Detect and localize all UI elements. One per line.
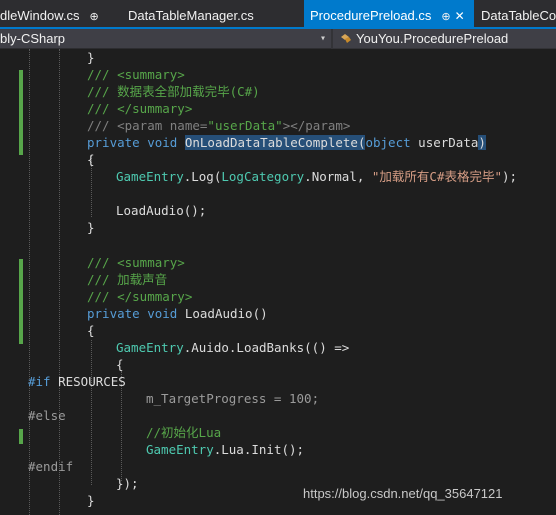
preprocessor-line: #endif: [28, 459, 74, 474]
indent-guide: [29, 49, 30, 515]
code-line: GameEntry.Log(LogCategory.Normal, "加载所有C…: [116, 169, 518, 184]
code-line: GameEntry.Auido.LoadBanks(() =>: [116, 340, 350, 355]
tab-procedure-preload[interactable]: ProcedurePreload.cs ⊕ ✕: [304, 0, 474, 29]
document-tab-bar: dleWindow.cs ⊕ DataTableManager.cs Proced…: [0, 0, 556, 29]
code-line: }: [87, 220, 95, 235]
code-line: /// </summary>: [87, 101, 193, 116]
code-line: /// <param name="userData"></param>: [87, 118, 351, 133]
code-line: /// <summary>: [87, 255, 185, 270]
code-line: /// 加载声音: [87, 272, 168, 287]
indent-guide: [59, 49, 60, 515]
code-line: }: [87, 493, 95, 508]
change-marker: [19, 70, 23, 155]
highlighted-method-name[interactable]: OnLoadDataTableComplete: [184, 135, 358, 150]
preprocessor-line: #if RESOURCES: [28, 374, 126, 389]
code-line: LoadAudio();: [116, 203, 207, 218]
project-dropdown[interactable]: bly-CSharp ▾: [0, 29, 331, 49]
indent-guide: [91, 340, 92, 485]
code-line: /// <summary>: [87, 67, 185, 82]
watermark-text: https://blog.csdn.net/qq_35647121: [303, 486, 503, 501]
tab-data-table-manager[interactable]: DataTableManager.cs: [128, 0, 298, 29]
change-marker: [19, 259, 23, 344]
pin-icon[interactable]: ⊕: [89, 11, 98, 23]
code-line: {: [116, 357, 124, 372]
close-icon[interactable]: ✕: [455, 9, 465, 23]
code-line: //初始化Lua: [146, 425, 222, 440]
code-line: GameEntry.Lua.Init();: [146, 442, 305, 457]
tab-data-table-co[interactable]: DataTableCo: [481, 0, 556, 29]
code-line: {: [87, 152, 95, 167]
navigation-bar: bly-CSharp ▾ YouYou.ProcedurePreload: [0, 29, 556, 49]
member-name: YouYou.ProcedurePreload: [356, 31, 509, 46]
code-line: /// 数据表全部加载完毕(C#): [87, 84, 260, 99]
tab-label: ProcedurePreload.cs: [310, 8, 432, 23]
tab-label: DataTableCo: [481, 8, 556, 23]
code-line: /// </summary>: [87, 289, 193, 304]
method-signature: private void OnLoadDataTableComplete(obj…: [87, 135, 486, 150]
change-marker: [19, 429, 23, 444]
code-line: }: [87, 50, 95, 65]
member-dropdown[interactable]: YouYou.ProcedurePreload: [333, 29, 556, 48]
pin-icon[interactable]: ⊕: [441, 11, 450, 23]
method-signature: private void LoadAudio(): [87, 306, 268, 321]
tab-label: DataTableManager.cs: [128, 8, 254, 23]
code-line: {: [87, 323, 95, 338]
project-name: bly-CSharp: [0, 31, 66, 46]
tab-idle-window[interactable]: dleWindow.cs ⊕: [0, 0, 112, 29]
code-editor[interactable]: } /// <summary> /// 数据表全部加载完毕(C#) /// </…: [0, 49, 556, 515]
code-line: });: [116, 476, 139, 491]
class-icon: [341, 34, 351, 43]
tab-label: dleWindow.cs: [0, 8, 80, 23]
code-line: m_TargetProgress = 100;: [146, 391, 320, 406]
preprocessor-line: #else: [28, 408, 66, 423]
chevron-down-icon[interactable]: ▾: [320, 29, 326, 48]
